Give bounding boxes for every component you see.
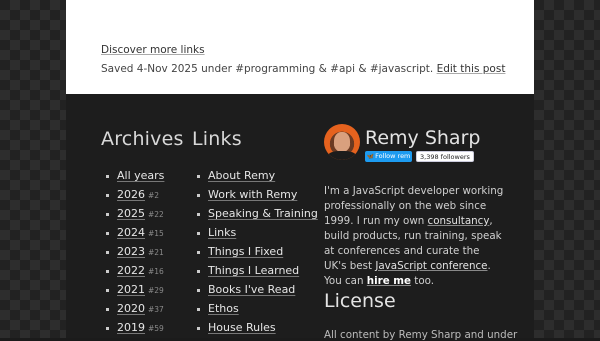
link-item[interactable]: Links <box>197 226 318 245</box>
hire-me-link[interactable]: hire me <box>367 275 411 287</box>
license-text: All content by Remy Sharp and under <box>324 329 518 341</box>
links-title: Links <box>192 128 242 150</box>
discover-more-links[interactable]: Discover more links <box>101 44 205 56</box>
followers-count: 3,398 followers <box>416 151 474 162</box>
conference-link[interactable]: JavaScript conference <box>375 260 487 272</box>
archive-item[interactable]: 2020 #37 <box>105 302 167 321</box>
links-list: About Remy Work with Remy Speaking & Tra… <box>197 169 318 340</box>
archives-list: All years 2026 #2 2025 #22 2024 #15 2023 #21… <box>105 169 167 340</box>
archive-item[interactable]: 2025 #22 <box>105 207 167 226</box>
archive-item[interactable]: 2026 #2 <box>105 188 167 207</box>
archive-item[interactable]: All years <box>105 169 167 188</box>
saved-text: Saved 4-Nov 2025 under #programming & #a… <box>101 63 434 75</box>
archives-title: Archives <box>101 128 184 150</box>
background-pattern-left <box>0 0 66 338</box>
follow-button[interactable]: 🦋Follow rem <box>365 151 412 162</box>
follow-label: Follow rem <box>375 152 411 160</box>
archive-item[interactable]: 2021 #29 <box>105 283 167 302</box>
link-item[interactable]: Work with Remy <box>197 188 318 207</box>
link-item[interactable]: Things I Learned <box>197 264 318 283</box>
archive-item[interactable]: 2019 #59 <box>105 321 167 340</box>
link-item[interactable]: House Rules <box>197 321 318 340</box>
background-pattern-right <box>534 0 600 338</box>
consultancy-link[interactable]: consultancy <box>428 215 490 227</box>
link-item[interactable]: Books I've Read <box>197 283 318 302</box>
link-item[interactable]: Things I Fixed <box>197 245 318 264</box>
archive-item[interactable]: 2024 #15 <box>105 226 167 245</box>
license-title: License <box>324 290 396 312</box>
link-item[interactable]: Speaking & Training <box>197 207 318 226</box>
edit-post-link[interactable]: Edit this post <box>437 63 506 75</box>
avatar <box>324 124 360 160</box>
archive-item[interactable]: 2023 #21 <box>105 245 167 264</box>
author-bio: I'm a JavaScript developer working profe… <box>324 185 504 287</box>
link-item[interactable]: About Remy <box>197 169 318 188</box>
archive-item[interactable]: 2022 #16 <box>105 264 167 283</box>
link-item[interactable]: Ethos <box>197 302 318 321</box>
bluesky-butterfly-icon: 🦋 <box>366 153 375 160</box>
post-meta: Saved 4-Nov 2025 under #programming & #a… <box>101 63 505 75</box>
author-name: Remy Sharp <box>365 127 481 149</box>
